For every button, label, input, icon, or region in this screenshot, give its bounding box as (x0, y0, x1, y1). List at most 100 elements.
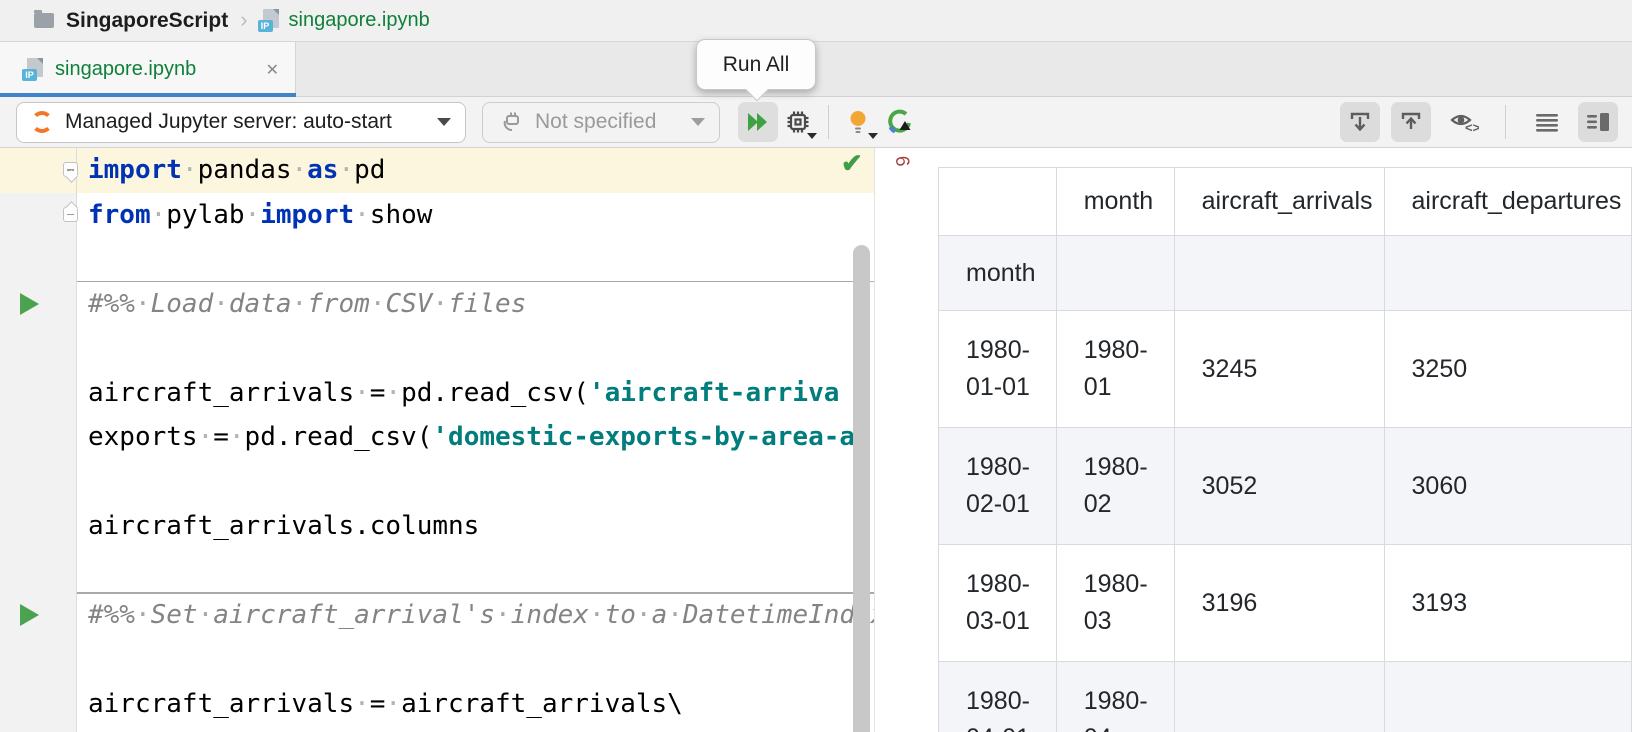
hide-code-in-preview-button[interactable]: <> (1444, 102, 1484, 142)
breadcrumb: SingaporeScript › IP singapore.ipynb (0, 0, 1632, 42)
collapse-outputs-button[interactable] (1391, 102, 1431, 142)
code-token: data (229, 289, 292, 319)
chevron-right-icon: › (240, 7, 247, 33)
code-token: exports (88, 422, 198, 452)
run-all-button[interactable] (738, 102, 778, 142)
code-token: to (605, 600, 636, 630)
run-all-tooltip: Run All (696, 39, 816, 90)
code-line[interactable] (0, 549, 874, 594)
table-cell (1174, 662, 1384, 732)
toolbar-divider (1505, 105, 1506, 139)
notebook-split-view: import·pandas·as·pdfrom·pylab·import·sho… (0, 148, 1632, 732)
run-cell-button[interactable] (20, 293, 39, 315)
code-token: #%% (88, 600, 135, 630)
whitespace-dot: · (198, 600, 214, 630)
breadcrumb-file[interactable]: singapore.ipynb (289, 9, 430, 32)
whitespace-dot: · (338, 155, 354, 185)
cell-separator (77, 592, 874, 594)
editor-scrollbar[interactable] (853, 245, 870, 732)
code-line[interactable]: #%%·Set·aircraft_arrival's·index·to·a·Da… (0, 593, 874, 638)
code-editor[interactable]: import·pandas·as·pdfrom·pylab·import·sho… (0, 148, 875, 732)
execution-count-label: 9 (893, 155, 916, 167)
code-token: Set (151, 600, 198, 630)
ipynb-badge: IP (22, 69, 37, 81)
chevron-down-icon (437, 118, 451, 126)
table-cell: 1980-01 (1056, 311, 1174, 428)
intention-actions-button[interactable] (839, 102, 879, 142)
code-area[interactable]: import·pandas·as·pdfrom·pylab·import·sho… (0, 148, 874, 732)
session-selector[interactable]: Not specified (482, 102, 720, 143)
code-line[interactable] (0, 727, 874, 732)
dataframe-header: monthaircraft_arrivalsaircraft_departure… (939, 168, 1632, 236)
code-line[interactable]: aircraft_arrivals·=·pd.read_csv('aircraf… (0, 371, 874, 416)
inspection-ok-icon: ✔ (841, 148, 863, 179)
code-token: DatetimeIndex (683, 600, 875, 630)
editor-only-layout-button[interactable] (1527, 102, 1567, 142)
whitespace-dot: · (370, 289, 386, 319)
code-line[interactable] (0, 326, 874, 371)
editor-only-icon (1533, 108, 1561, 136)
whitespace-dot: · (292, 289, 308, 319)
table-cell: 1980-03-01 (939, 545, 1057, 662)
code-line[interactable] (0, 638, 874, 683)
code-token: import (260, 200, 354, 230)
code-line[interactable]: exports·=·pd.read_csv('domestic-exports-… (0, 415, 874, 460)
fold-marker[interactable] (63, 207, 78, 222)
editor-and-preview-layout-button[interactable] (1578, 102, 1618, 142)
close-icon[interactable]: ✕ (266, 60, 279, 80)
run-cell-button[interactable] (20, 604, 39, 626)
lightbulb-icon (846, 109, 872, 135)
code-token: = (370, 378, 386, 408)
code-line[interactable]: #%%·Load·data·from·CSV·files (0, 282, 874, 327)
plug-icon (497, 109, 523, 135)
whitespace-dot: · (213, 289, 229, 319)
whitespace-dot: · (198, 422, 214, 452)
fold-marker[interactable] (63, 162, 78, 177)
gutter-border (76, 148, 77, 732)
table-cell: 3052 (1174, 428, 1384, 545)
svg-text:<>: <> (1465, 120, 1479, 135)
session-selector-label: Not specified (535, 110, 679, 134)
table-cell: 3196 (1174, 545, 1384, 662)
table-cell: 1980-01-01 (939, 311, 1057, 428)
whitespace-dot: · (229, 422, 245, 452)
table-cell: 3250 (1384, 311, 1631, 428)
table-cell: 1980-02 (1056, 428, 1174, 545)
table-cell (1056, 236, 1174, 311)
output-preview-panel[interactable]: 9 monthaircraft_arrivalsaircraft_departu… (875, 148, 1632, 732)
code-token: aircraft_arrivals (88, 689, 354, 719)
chevron-down-icon (691, 118, 705, 126)
breadcrumb-project[interactable]: SingaporeScript (66, 9, 228, 33)
code-token: pd.read_csv( (245, 422, 433, 452)
whitespace-dot: · (636, 600, 652, 630)
jupyter-server-selector[interactable]: Managed Jupyter server: auto-start (16, 102, 466, 143)
code-token: = (370, 689, 386, 719)
pycharm-window: SingaporeScript › IP singapore.ipynb IP … (0, 0, 1632, 732)
sync-packages-button[interactable] (879, 102, 919, 142)
code-line[interactable] (0, 237, 874, 282)
whitespace-dot: · (432, 289, 448, 319)
code-line[interactable]: import·pandas·as·pd (0, 148, 874, 193)
tab-singapore-ipynb[interactable]: IP singapore.ipynb ✕ (0, 42, 296, 97)
table-cell: 1980-02-01 (939, 428, 1057, 545)
code-line[interactable]: from·pylab·import·show (0, 193, 874, 238)
code-token: show (370, 200, 433, 230)
table-cell (1384, 236, 1631, 311)
code-line[interactable]: aircraft_arrivals·=·aircraft_arrivals\ (0, 682, 874, 727)
whitespace-dot: · (292, 155, 308, 185)
collapse-outputs-icon (1397, 108, 1425, 136)
code-line[interactable] (0, 460, 874, 505)
restart-kernel-button[interactable] (778, 102, 818, 142)
whitespace-dot: · (182, 155, 198, 185)
table-cell: month (939, 236, 1057, 311)
code-token: from (307, 289, 370, 319)
dataframe-table: monthaircraft_arrivalsaircraft_departure… (938, 167, 1632, 732)
code-token: aircraft_arrivals\ (401, 689, 683, 719)
expand-outputs-button[interactable] (1340, 102, 1380, 142)
chevron-down-icon (868, 133, 878, 139)
whitespace-dot: · (135, 289, 151, 319)
code-line[interactable]: aircraft_arrivals.columns (0, 504, 874, 549)
ipynb-badge: IP (258, 20, 273, 32)
table-row: 1980-04-011980-04 (939, 662, 1632, 732)
column-header (939, 168, 1057, 236)
